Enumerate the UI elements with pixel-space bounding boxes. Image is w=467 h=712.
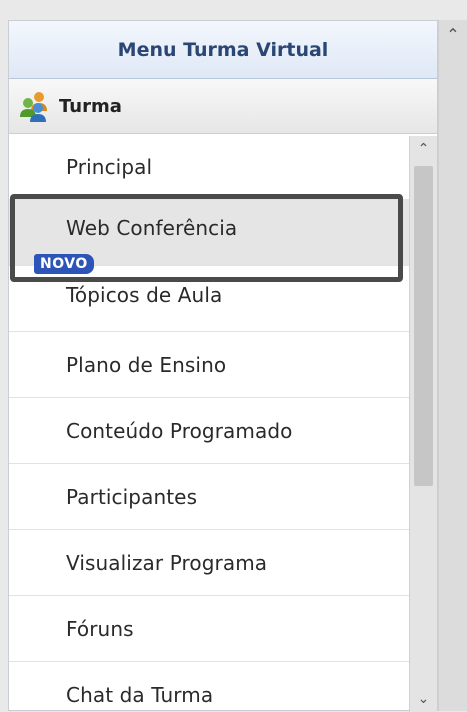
menu-item-plano-de-ensino[interactable]: Plano de Ensino [9, 332, 409, 398]
menu-item-label: Principal [66, 154, 153, 179]
scroll-up-arrow-icon[interactable]: ⌃ [439, 20, 467, 48]
menu-item-label: Tópicos de Aula [66, 282, 223, 307]
menu-list-scrollbar[interactable]: ⌃ ⌄ [409, 136, 437, 712]
group-users-icon [17, 88, 53, 124]
menu-item-participantes[interactable]: Participantes [9, 464, 409, 530]
page-scrollbar[interactable]: ⌃ [438, 20, 467, 711]
menu-title: Menu Turma Virtual [117, 38, 329, 61]
scroll-up-arrow-icon[interactable]: ⌃ [410, 136, 437, 162]
scroll-down-arrow-icon[interactable]: ⌄ [410, 686, 437, 712]
menu-item-topicos-de-aula[interactable]: Tópicos de Aula [9, 266, 409, 332]
menu-item-label: Plano de Ensino [66, 352, 227, 377]
menu-item-conteudo-programado[interactable]: Conteúdo Programado [9, 398, 409, 464]
menu-item-visualizar-programa[interactable]: Visualizar Programa [9, 530, 409, 596]
menu-item-list: Principal Web Conferência Tópicos de Aul… [9, 134, 409, 710]
menu-item-label: Conteúdo Programado [66, 418, 293, 443]
menu-item-label: Participantes [66, 484, 198, 509]
menu-item-chat-da-turma[interactable]: Chat da Turma [9, 662, 409, 710]
scrollbar-thumb[interactable] [414, 166, 433, 486]
menu-header: Menu Turma Virtual [9, 21, 437, 79]
menu-item-label: Fóruns [66, 616, 134, 641]
turma-virtual-menu: Menu Turma Virtual Turma Principal Web C… [8, 20, 438, 712]
menu-item-label: Visualizar Programa [66, 550, 268, 575]
new-badge: NOVO [34, 254, 94, 274]
menu-item-principal[interactable]: Principal [9, 134, 409, 200]
section-header-turma[interactable]: Turma [9, 79, 437, 134]
menu-item-label: Web Conferência [66, 215, 238, 240]
menu-item-foruns[interactable]: Fóruns [9, 596, 409, 662]
section-title: Turma [59, 95, 122, 117]
menu-item-label: Chat da Turma [66, 682, 214, 707]
